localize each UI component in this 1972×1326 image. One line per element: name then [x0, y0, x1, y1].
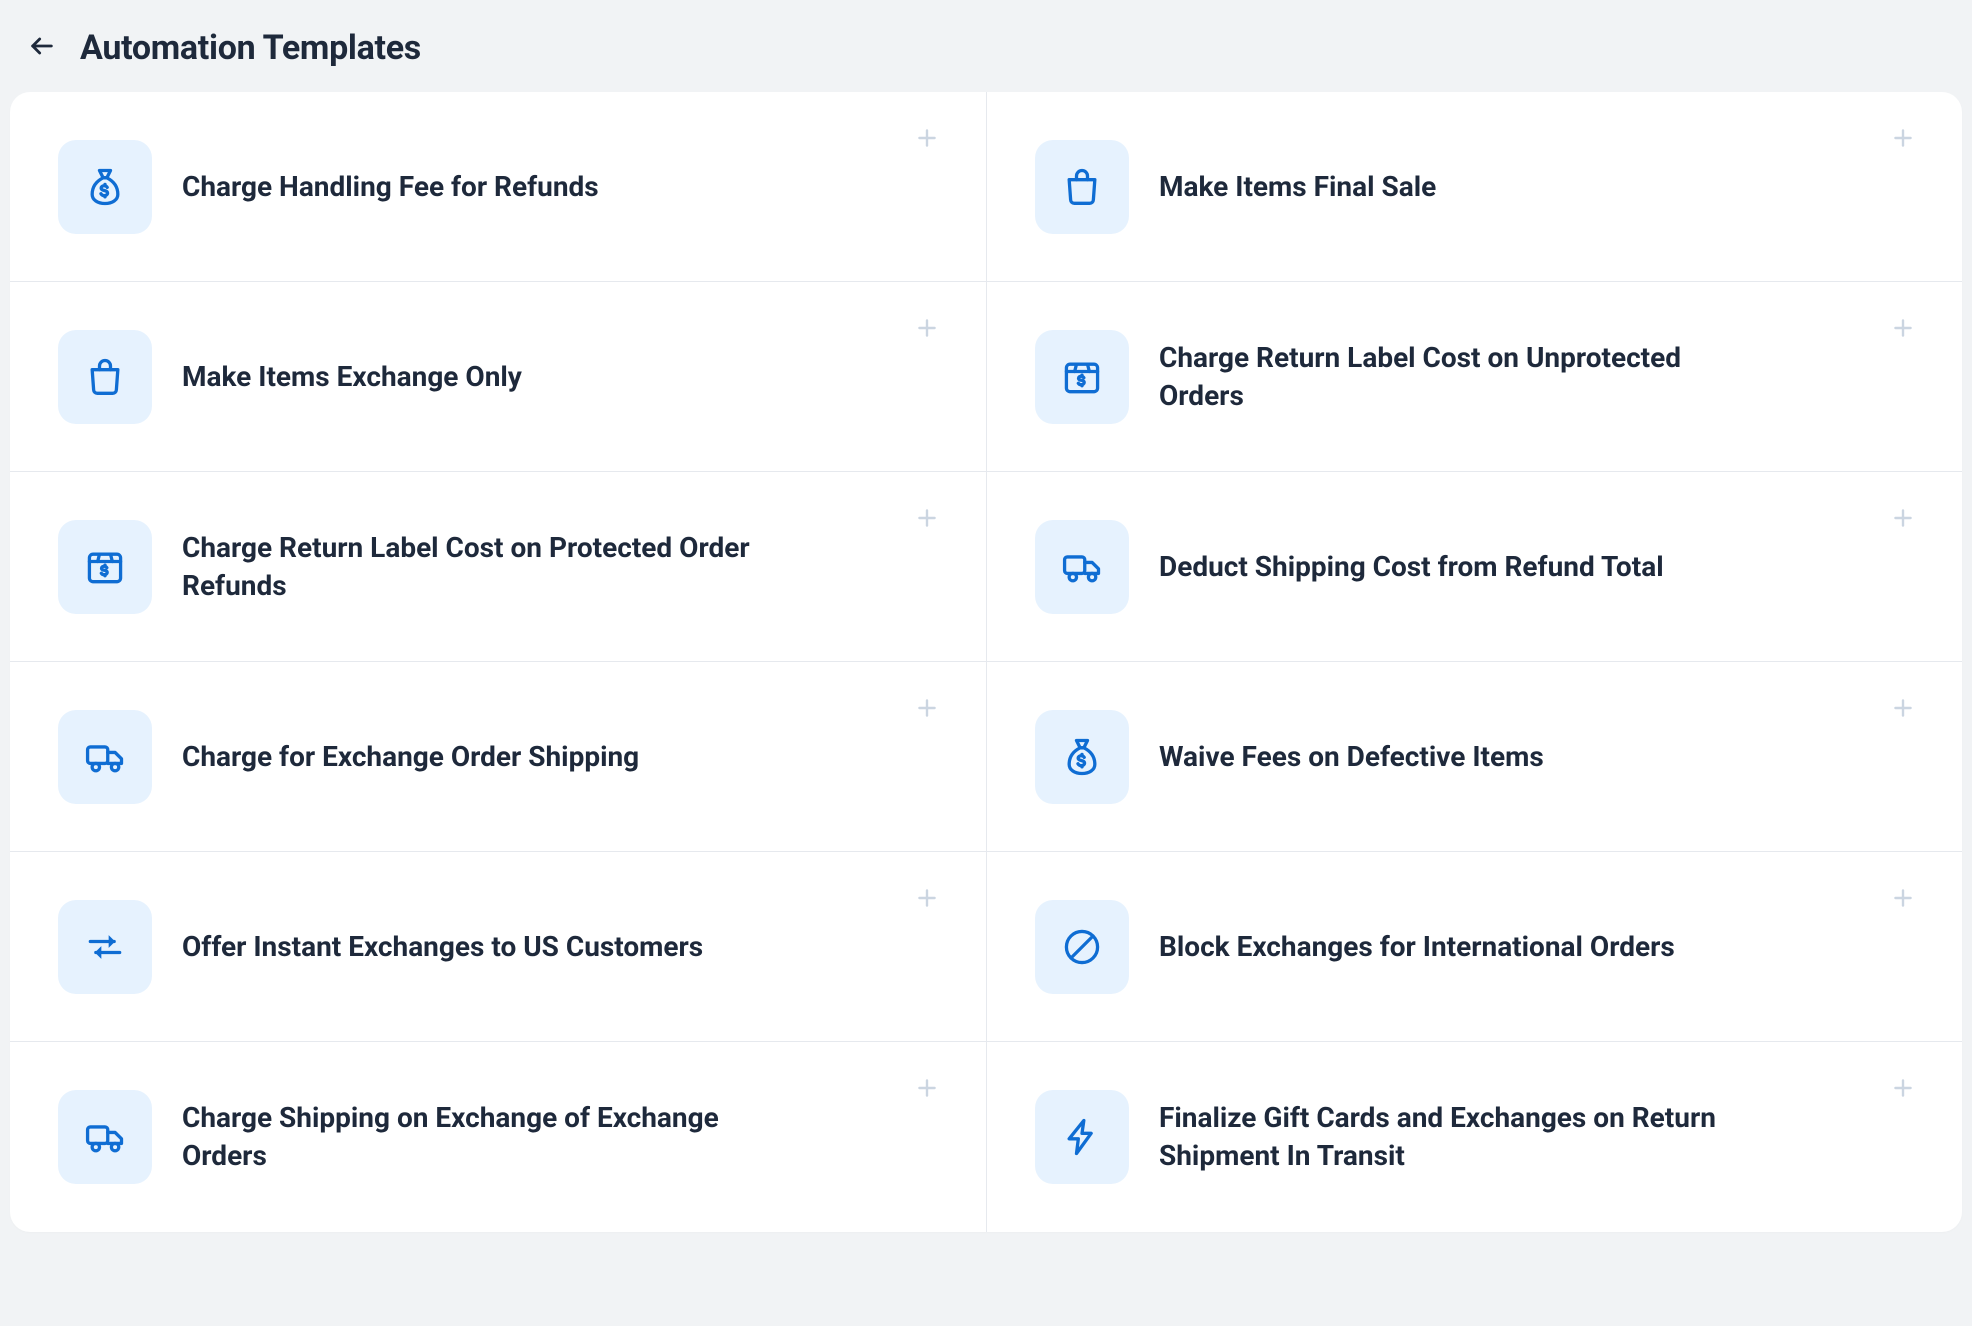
- template-item[interactable]: Finalize Gift Cards and Exchanges on Ret…: [986, 1042, 1962, 1232]
- plus-icon: [1890, 885, 1916, 914]
- template-item[interactable]: Charge for Exchange Order Shipping: [10, 662, 986, 852]
- add-template-button[interactable]: [908, 1070, 946, 1108]
- plus-icon: [914, 505, 940, 534]
- add-template-button[interactable]: [1884, 500, 1922, 538]
- box-money-icon: [58, 520, 152, 614]
- template-label: Deduct Shipping Cost from Refund Total: [1159, 548, 1724, 586]
- template-label: Waive Fees on Defective Items: [1159, 738, 1604, 776]
- template-item[interactable]: Charge Shipping on Exchange of Exchange …: [10, 1042, 986, 1232]
- shopping-bag-icon: [58, 330, 152, 424]
- plus-icon: [1890, 315, 1916, 344]
- template-item[interactable]: Offer Instant Exchanges to US Customers: [10, 852, 986, 1042]
- template-item[interactable]: Block Exchanges for International Orders: [986, 852, 1962, 1042]
- template-label: Make Items Exchange Only: [182, 358, 582, 396]
- templates-card: Charge Handling Fee for Refunds Make Ite…: [10, 92, 1962, 1232]
- template-item[interactable]: Make Items Exchange Only: [10, 282, 986, 472]
- plus-icon: [914, 315, 940, 344]
- truck-icon: [58, 1090, 152, 1184]
- truck-icon: [58, 710, 152, 804]
- add-template-button[interactable]: [1884, 120, 1922, 158]
- add-template-button[interactable]: [908, 690, 946, 728]
- add-template-button[interactable]: [908, 500, 946, 538]
- template-item[interactable]: Charge Return Label Cost on Protected Or…: [10, 472, 986, 662]
- plus-icon: [914, 885, 940, 914]
- add-template-button[interactable]: [908, 880, 946, 918]
- add-template-button[interactable]: [908, 120, 946, 158]
- template-label: Finalize Gift Cards and Exchanges on Ret…: [1159, 1099, 1799, 1175]
- shopping-bag-icon: [1035, 140, 1129, 234]
- plus-icon: [1890, 1075, 1916, 1104]
- block-icon: [1035, 900, 1129, 994]
- template-item[interactable]: Charge Return Label Cost on Unprotected …: [986, 282, 1962, 472]
- plus-icon: [914, 1075, 940, 1104]
- plus-icon: [1890, 125, 1916, 154]
- add-template-button[interactable]: [1884, 310, 1922, 348]
- template-label: Charge for Exchange Order Shipping: [182, 738, 699, 776]
- template-label: Offer Instant Exchanges to US Customers: [182, 928, 763, 966]
- add-template-button[interactable]: [1884, 880, 1922, 918]
- money-bag-icon: [1035, 710, 1129, 804]
- template-item[interactable]: Deduct Shipping Cost from Refund Total: [986, 472, 1962, 662]
- template-label: Charge Shipping on Exchange of Exchange …: [182, 1099, 822, 1175]
- add-template-button[interactable]: [1884, 690, 1922, 728]
- template-label: Make Items Final Sale: [1159, 168, 1496, 206]
- page-title: Automation Templates: [80, 28, 421, 68]
- template-label: Charge Return Label Cost on Unprotected …: [1159, 339, 1799, 415]
- add-template-button[interactable]: [1884, 1070, 1922, 1108]
- box-money-icon: [1035, 330, 1129, 424]
- plus-icon: [914, 125, 940, 154]
- template-label: Charge Return Label Cost on Protected Or…: [182, 529, 822, 605]
- template-item[interactable]: Charge Handling Fee for Refunds: [10, 92, 986, 282]
- plus-icon: [1890, 695, 1916, 724]
- arrow-left-icon: [28, 32, 56, 64]
- swap-icon: [58, 900, 152, 994]
- template-item[interactable]: Make Items Final Sale: [986, 92, 1962, 282]
- bolt-icon: [1035, 1090, 1129, 1184]
- back-button[interactable]: [24, 30, 60, 66]
- template-label: Charge Handling Fee for Refunds: [182, 168, 659, 206]
- template-item[interactable]: Waive Fees on Defective Items: [986, 662, 1962, 852]
- truck-icon: [1035, 520, 1129, 614]
- add-template-button[interactable]: [908, 310, 946, 348]
- plus-icon: [914, 695, 940, 724]
- plus-icon: [1890, 505, 1916, 534]
- money-bag-icon: [58, 140, 152, 234]
- template-label: Block Exchanges for International Orders: [1159, 928, 1735, 966]
